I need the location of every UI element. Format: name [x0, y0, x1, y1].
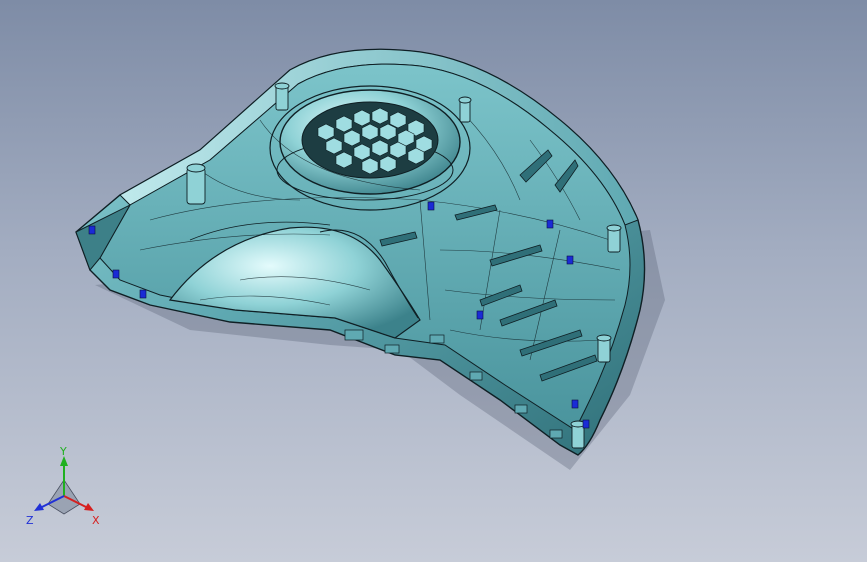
graphics-viewport[interactable]: Y X Z [0, 0, 867, 562]
cad-model[interactable] [0, 0, 867, 562]
orientation-triad[interactable]: Y X Z [24, 446, 104, 526]
honeycomb-grille-icon [301, 101, 439, 179]
x-axis-label: X [92, 514, 100, 526]
z-axis-label: Z [26, 514, 34, 526]
y-axis-label: Y [59, 446, 67, 458]
